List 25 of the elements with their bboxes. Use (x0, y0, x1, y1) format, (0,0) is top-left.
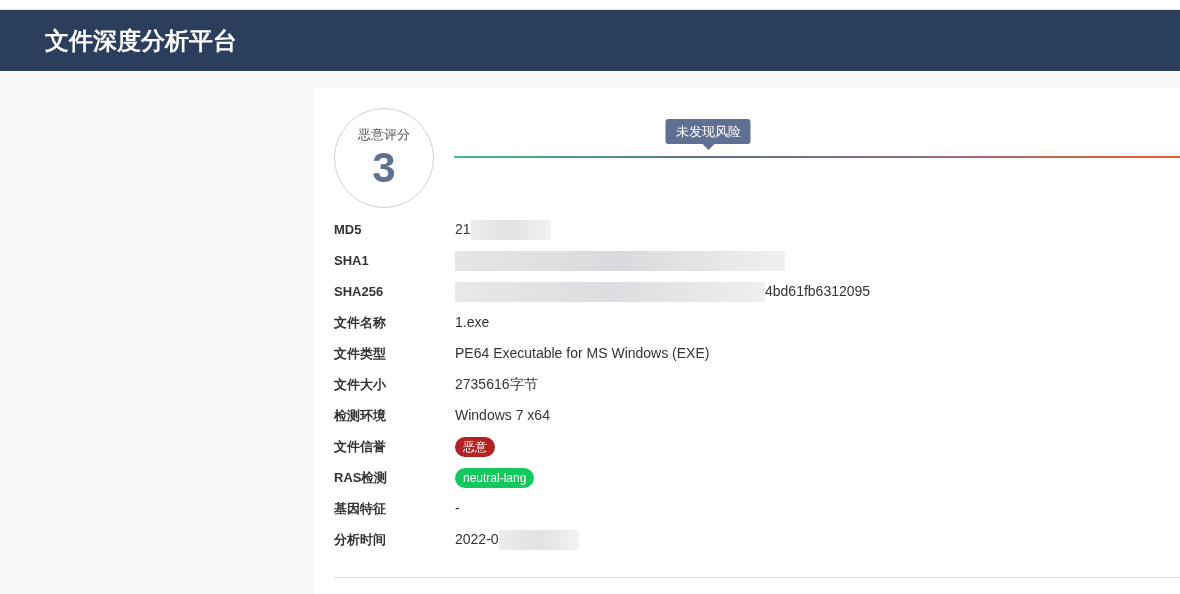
detail-value: - (455, 499, 460, 518)
detail-label: SHA1 (334, 251, 370, 270)
detail-label: RAS检测 (334, 468, 389, 487)
score-label: 恶意评分 (358, 126, 410, 145)
status-tag: 恶意 (455, 436, 495, 457)
detail-label: 文件名称 (334, 313, 387, 332)
detail-value: 1.exe (455, 313, 490, 332)
detail-value: 4bd61fb6312095 (765, 282, 871, 301)
platform-title: 文件深度分析平台 (45, 25, 237, 56)
detail-value: 21 (455, 220, 471, 239)
detail-value: 2735616字节 (455, 375, 538, 394)
detail-label: 分析时间 (334, 530, 387, 549)
detail-value: 2022-0 (455, 530, 499, 549)
detail-label: SHA256 (334, 282, 385, 301)
detail-label: 文件信誉 (334, 437, 387, 456)
detail-label: 文件类型 (334, 344, 387, 363)
detail-label: 文件大小 (334, 375, 387, 394)
detail-value: PE64 Executable for MS Windows (EXE) (455, 344, 710, 363)
status-tag: neutral-lang (455, 467, 535, 488)
score-value: 3 (372, 144, 396, 191)
tooltip-pointer-icon (702, 144, 715, 150)
detail-label: 基因特征 (334, 499, 387, 518)
detail-value: Windows 7 x64 (455, 406, 550, 425)
detail-label: MD5 (334, 220, 363, 239)
detail-label: 检测环境 (334, 406, 387, 425)
